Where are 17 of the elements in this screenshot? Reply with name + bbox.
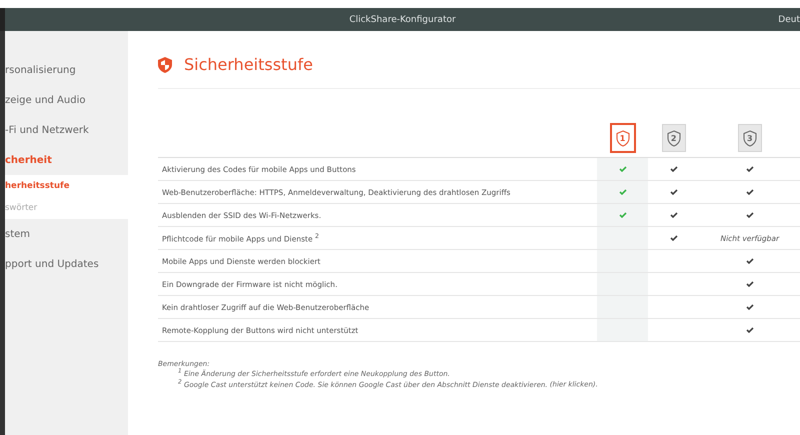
security-level-button[interactable]: 2: [662, 124, 686, 152]
security-level-button[interactable]: 3: [738, 124, 762, 152]
sidebar-item[interactable]: zeige und Audio: [5, 85, 128, 115]
sidebar-item[interactable]: herheitsstufe: [5, 175, 128, 197]
sidebar-item[interactable]: rsonalisierung: [5, 55, 128, 85]
shield-icon: [616, 130, 630, 146]
window-title: ClickShare-Konfigurator: [349, 14, 456, 24]
page-title: Sicherheitsstufe: [184, 55, 313, 74]
sidebar-item[interactable]: cherheit: [5, 145, 128, 175]
language-selector[interactable]: Deut: [778, 14, 800, 24]
shield-icon: [742, 130, 757, 146]
sidebar-item[interactable]: pport und Updates: [5, 249, 128, 279]
sidebar-item[interactable]: -Fi und Netzwerk: [5, 115, 128, 145]
shield-icon: [666, 130, 681, 146]
sidebar-item[interactable]: stem: [5, 219, 128, 249]
security-level-button[interactable]: 1: [610, 123, 636, 153]
shield-icon: [158, 56, 172, 72]
